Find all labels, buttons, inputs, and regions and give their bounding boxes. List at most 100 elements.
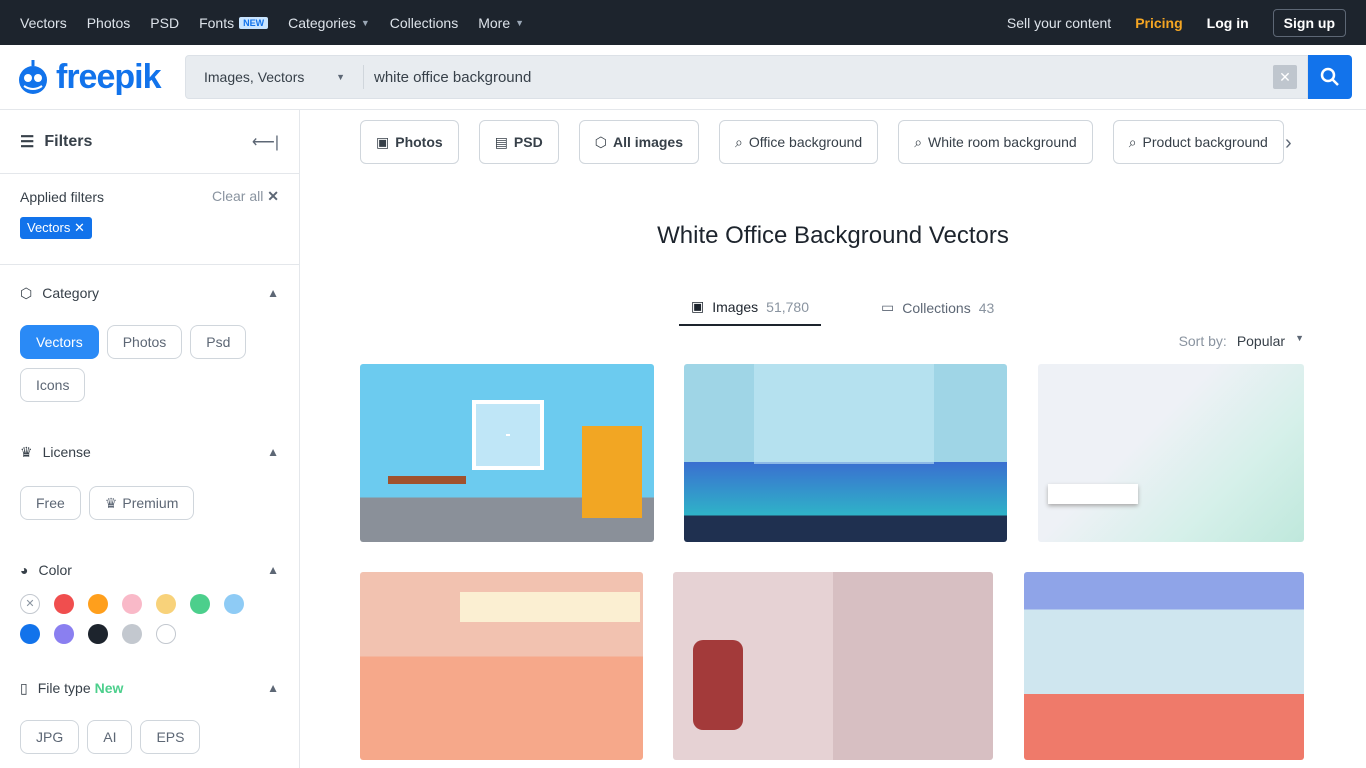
applied-filters-label: Applied filters bbox=[20, 188, 105, 205]
applied-chip-vectors[interactable]: Vectors ✕ bbox=[20, 217, 92, 239]
tab-images[interactable]: ▣ Images 51,780 bbox=[679, 298, 821, 326]
color-swatch[interactable] bbox=[190, 594, 210, 614]
tab-count: 51,780 bbox=[766, 298, 809, 315]
color-swatch[interactable] bbox=[88, 624, 108, 644]
chevron-up-icon: ▲ bbox=[267, 445, 279, 459]
nav-more-label: More bbox=[478, 14, 511, 31]
color-swatch[interactable] bbox=[156, 624, 176, 644]
search-type-select[interactable]: Images, Vectors ▼ bbox=[186, 65, 364, 89]
search-type-value: Images, Vectors bbox=[204, 69, 305, 85]
image-icon: ▣ bbox=[376, 133, 390, 150]
color-swatch[interactable] bbox=[54, 594, 74, 614]
tab-count: 43 bbox=[978, 299, 995, 316]
tag-psd[interactable]: ▤ PSD bbox=[478, 120, 559, 164]
search-icon bbox=[1320, 67, 1339, 86]
swatch-row bbox=[20, 624, 279, 644]
color-swatch[interactable] bbox=[122, 624, 142, 644]
result-image[interactable] bbox=[673, 572, 993, 760]
clear-all-button[interactable]: Clear all ✕ bbox=[212, 188, 279, 205]
chevron-up-icon: ▲ bbox=[267, 681, 279, 695]
page-title: White Office Background Vectors bbox=[657, 222, 1009, 249]
collapse-sidebar-icon[interactable]: ⟵| bbox=[252, 132, 279, 152]
category-vectors[interactable]: Vectors bbox=[20, 325, 99, 359]
tag-office-background[interactable]: ⌕ Office background bbox=[718, 120, 879, 164]
sell-content-link[interactable]: Sell your content bbox=[1007, 15, 1111, 31]
top-nav: Vectors Photos PSD Fonts NEW Categories ▼ … bbox=[0, 0, 1366, 45]
nav-vectors[interactable]: Vectors bbox=[20, 15, 67, 31]
nav-categories[interactable]: Categories ▼ bbox=[288, 15, 370, 31]
license-premium[interactable]: ♛ Premium bbox=[88, 486, 195, 520]
filetype-jpg[interactable]: JPG bbox=[20, 720, 80, 754]
tab-label: Images bbox=[712, 298, 759, 315]
result-image[interactable] bbox=[1038, 364, 1304, 542]
search-bar: Images, Vectors ▼ white office background… bbox=[185, 55, 1308, 99]
filters-header: ☰ Filters ⟵| bbox=[0, 110, 299, 174]
filetype-eps[interactable]: EPS bbox=[140, 720, 201, 754]
color-swatch[interactable] bbox=[88, 594, 108, 614]
tag-white-room-background[interactable]: ⌕ White room background bbox=[898, 120, 1093, 164]
tag-all-images[interactable]: ⬡ All images bbox=[578, 120, 699, 164]
nav-fonts[interactable]: Fonts NEW bbox=[199, 14, 269, 31]
result-image[interactable] bbox=[360, 364, 654, 542]
header: freepik Images, Vectors ▼ white office ba… bbox=[0, 45, 1366, 110]
result-image[interactable] bbox=[1024, 572, 1304, 760]
filetype-title: File type bbox=[37, 680, 91, 696]
crown-icon: ♛ bbox=[20, 443, 33, 460]
clear-search-icon[interactable]: ✕ bbox=[1273, 65, 1297, 89]
logo-mascot-icon bbox=[19, 60, 47, 94]
tag-photos[interactable]: ▣ Photos bbox=[360, 120, 459, 164]
caret-down-icon: ▼ bbox=[360, 17, 370, 28]
shapes-icon: ⬡ bbox=[594, 133, 607, 150]
psd-icon: ▤ bbox=[494, 133, 508, 150]
caret-down-icon: ▼ bbox=[1295, 333, 1304, 343]
applied-filters: Applied filters Clear all ✕ Vectors ✕ bbox=[0, 174, 299, 265]
result-image[interactable] bbox=[684, 364, 1007, 542]
search-icon: ⌕ bbox=[1128, 133, 1137, 150]
nav-more[interactable]: More ▼ bbox=[478, 15, 524, 31]
search-input[interactable]: white office background bbox=[364, 69, 1273, 86]
category-photos[interactable]: Photos bbox=[106, 325, 183, 359]
category-icons[interactable]: Icons bbox=[20, 368, 86, 402]
sort-label: Sort by: bbox=[1178, 333, 1227, 349]
signup-button[interactable]: Sign up bbox=[1272, 8, 1346, 37]
color-swatch[interactable] bbox=[54, 624, 74, 644]
tag-label: PSD bbox=[513, 134, 543, 150]
color-swatch[interactable] bbox=[224, 594, 244, 614]
nav-collections[interactable]: Collections bbox=[390, 15, 458, 31]
file-icon: ▯ bbox=[20, 679, 28, 696]
tab-label: Collections bbox=[902, 299, 971, 316]
filters-title: Filters bbox=[44, 132, 93, 150]
tag-label: Product background bbox=[1142, 134, 1268, 150]
nav-psd[interactable]: PSD bbox=[150, 15, 179, 31]
license-free[interactable]: Free bbox=[20, 486, 81, 520]
category-psd[interactable]: Psd bbox=[190, 325, 247, 359]
nav-photos[interactable]: Photos bbox=[87, 15, 131, 31]
tag-product-background[interactable]: ⌕ Product background bbox=[1112, 120, 1284, 164]
search-button[interactable] bbox=[1308, 55, 1352, 99]
filetype-ai[interactable]: AI bbox=[87, 720, 133, 754]
color-header[interactable]: ◕ Color ▲ bbox=[20, 558, 279, 582]
sort-select[interactable]: Sort by: Popular ▼ bbox=[1179, 333, 1304, 349]
color-swatch-none[interactable]: ✕ bbox=[20, 594, 40, 614]
folder-icon: ▭ bbox=[880, 299, 895, 315]
color-swatch[interactable] bbox=[156, 594, 176, 614]
chevron-right-icon[interactable]: › bbox=[1285, 132, 1292, 155]
logo-text: freepik bbox=[56, 57, 161, 96]
premium-label: Premium bbox=[122, 495, 179, 511]
nav-fonts-label: Fonts bbox=[199, 14, 235, 31]
freepik-logo[interactable]: freepik bbox=[14, 58, 185, 97]
pricing-link[interactable]: Pricing bbox=[1135, 15, 1182, 31]
result-tabs: ▣ Images 51,780 ▭ Collections 43 bbox=[679, 298, 1006, 326]
color-swatch[interactable] bbox=[122, 594, 142, 614]
login-link[interactable]: Log in bbox=[1207, 15, 1249, 31]
chevron-up-icon: ▲ bbox=[267, 563, 279, 577]
result-image[interactable] bbox=[360, 572, 643, 760]
category-header[interactable]: ⬡ Category ▲ bbox=[20, 281, 279, 305]
filetype-header[interactable]: ▯ File type New ▲ bbox=[20, 676, 279, 700]
nav-categories-label: Categories bbox=[288, 14, 356, 31]
caret-down-icon: ▼ bbox=[515, 17, 525, 28]
color-swatch[interactable] bbox=[20, 624, 40, 644]
license-header[interactable]: ♛ License ▲ bbox=[20, 440, 279, 464]
tab-collections[interactable]: ▭ Collections 43 bbox=[869, 298, 1006, 326]
main-content: ▣ Photos ▤ PSD ⬡ All images ⌕ Office background… bbox=[300, 110, 1366, 768]
